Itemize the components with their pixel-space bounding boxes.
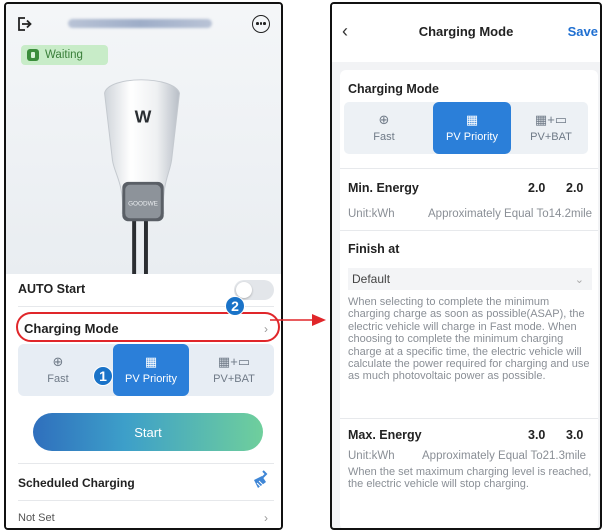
- charging-mode-row[interactable]: Charging Mode: [24, 321, 119, 336]
- step-badge-2: 2: [225, 296, 245, 316]
- charging-mode-screen: ‹ Charging Mode Save Charging Mode ⊕ Fas…: [330, 2, 602, 530]
- header: ‹ Charging Mode Save: [332, 4, 600, 62]
- mode-label: Fast: [373, 131, 395, 143]
- min-energy-input[interactable]: 2.0: [566, 181, 583, 195]
- ev-charger-image: W GOODWE: [104, 79, 180, 275]
- mode-label: Fast: [47, 373, 69, 385]
- finish-at-select[interactable]: Default ⌄: [348, 268, 592, 290]
- transition-arrow-icon: [270, 314, 326, 326]
- divider: [340, 168, 598, 169]
- home-screen: Waiting W GOODWE AUTO Start Charging Mod…: [4, 2, 283, 530]
- mode-selector: ⊕ Fast ▦ PV Priority ▦+▭ PV+BAT: [18, 344, 274, 396]
- charger-logo: W: [135, 107, 152, 127]
- page-title: Charging Mode: [418, 24, 514, 39]
- mode-label: PV Priority: [446, 131, 498, 143]
- scheduled-value[interactable]: Not Set: [18, 512, 55, 524]
- mode-pv-priority[interactable]: ▦ PV Priority: [433, 102, 511, 154]
- max-energy-unit: Unit:kWh: [348, 450, 395, 462]
- max-energy-input[interactable]: 3.0: [566, 428, 583, 442]
- mode-pv-priority[interactable]: ▦ PV Priority: [113, 344, 189, 396]
- divider: [340, 230, 598, 231]
- max-energy-approx: Approximately Equal To21.3mile: [422, 450, 587, 462]
- solar-panel-icon: ▦: [144, 354, 158, 369]
- charger-status-icon: [27, 49, 39, 61]
- mode-pv-bat[interactable]: ▦+▭ PV+BAT: [194, 344, 274, 396]
- mode-label: PV Priority: [125, 373, 177, 385]
- clean-brush-icon[interactable]: [252, 470, 270, 490]
- status-text: Waiting: [45, 49, 83, 61]
- step-badge-1: 1: [93, 366, 113, 386]
- more-options-icon[interactable]: [252, 15, 270, 33]
- scheduled-charging-label: Scheduled Charging: [18, 476, 135, 490]
- max-energy-label: Max. Energy: [348, 428, 422, 442]
- solar-panel-icon: ▦: [465, 112, 479, 127]
- status-badge: Waiting: [21, 45, 108, 65]
- device-name-blurred: [68, 19, 212, 28]
- min-energy-value: 2.0: [528, 181, 546, 195]
- auto-start-label: AUTO Start: [18, 282, 86, 296]
- max-energy-value: 3.0: [528, 428, 546, 442]
- mode-pv-bat[interactable]: ▦+▭ PV+BAT: [514, 102, 588, 154]
- chevron-down-icon: ⌄: [574, 274, 584, 286]
- fast-charge-icon: ⊕: [378, 112, 390, 127]
- exit-icon[interactable]: [16, 16, 32, 32]
- charger-brand: GOODWE: [128, 200, 158, 207]
- divider: [18, 500, 274, 501]
- divider: [18, 463, 274, 464]
- max-energy-description: When the set maximum charging level is r…: [348, 466, 592, 491]
- top-bar: [6, 4, 281, 44]
- start-button[interactable]: Start: [33, 413, 263, 451]
- finish-at-label: Finish at: [348, 242, 400, 256]
- chevron-right-icon: ›: [264, 511, 268, 525]
- solar-battery-icon: ▦+▭: [534, 112, 568, 127]
- finish-at-description: When selecting to complete the minimum c…: [348, 296, 590, 383]
- mode-label: PV+BAT: [213, 373, 255, 385]
- mode-section-title: Charging Mode: [348, 82, 439, 96]
- mode-label: PV+BAT: [530, 131, 572, 143]
- mode-selector: ⊕ Fast ▦ PV Priority ▦+▭ PV+BAT: [344, 102, 588, 154]
- chevron-right-icon: ›: [264, 322, 268, 336]
- min-energy-approx: Approximately Equal To14.2mile: [428, 208, 593, 220]
- save-button[interactable]: Save: [568, 24, 598, 39]
- divider: [340, 418, 598, 419]
- mode-fast[interactable]: ⊕ Fast: [18, 344, 98, 396]
- finish-at-value: Default: [352, 272, 391, 286]
- min-energy-unit: Unit:kWh: [348, 208, 395, 220]
- fast-charge-icon: ⊕: [52, 354, 64, 369]
- mode-fast[interactable]: ⊕ Fast: [344, 102, 424, 154]
- min-energy-label: Min. Energy: [348, 181, 419, 195]
- solar-battery-icon: ▦+▭: [217, 354, 251, 369]
